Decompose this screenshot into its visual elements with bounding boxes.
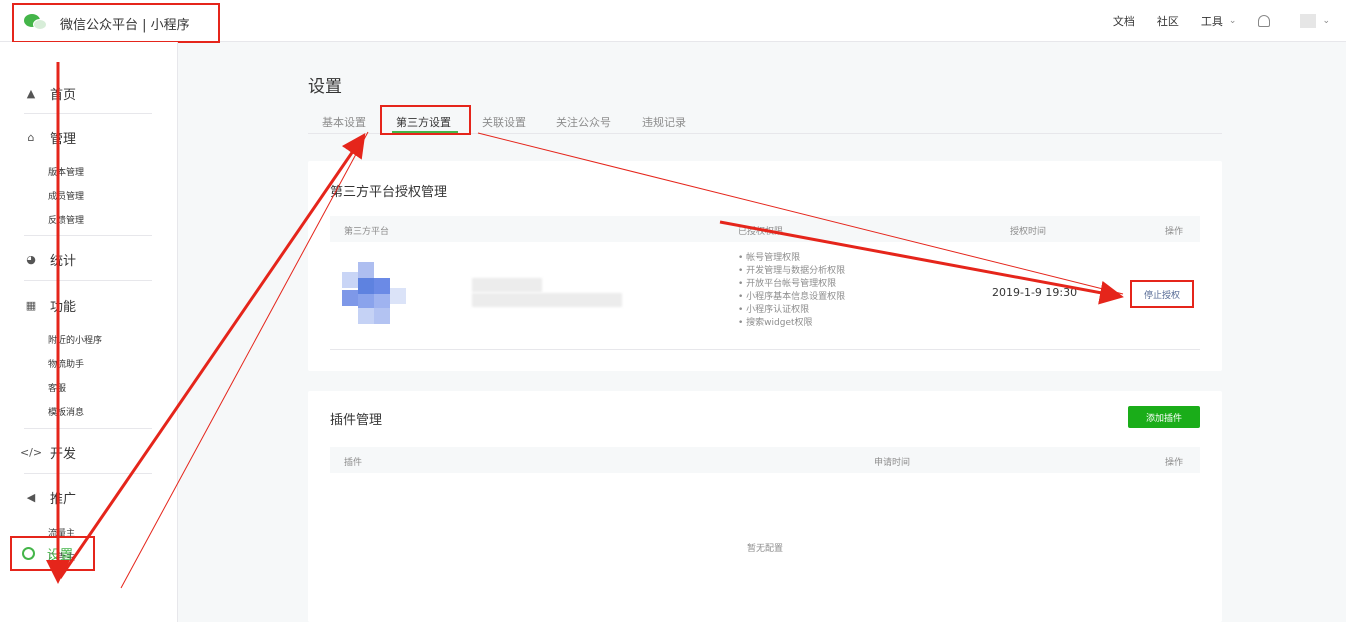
avatar[interactable]: [1300, 14, 1317, 28]
section-title: 第三方平台授权管理: [330, 185, 448, 200]
sidebar-item-label: 首页: [50, 88, 77, 103]
gear-icon: [22, 547, 35, 560]
add-plugin-button[interactable]: 添加插件: [1128, 406, 1200, 428]
tab-violations[interactable]: 违规记录: [642, 114, 686, 130]
chevron-down-icon[interactable]: ⌄: [1229, 16, 1237, 26]
sidebar-item-label: 统计: [50, 254, 77, 269]
sidebar-sub-version[interactable]: 版本管理: [48, 165, 84, 178]
bell-icon[interactable]: [1258, 15, 1271, 27]
logo-area[interactable]: 微信公众平台 | 小程序: [12, 3, 220, 43]
tab-follow[interactable]: 关注公众号: [556, 114, 611, 130]
sidebar-item-label: 开发: [50, 447, 77, 462]
grid-icon: ▦: [25, 299, 37, 312]
platform-name-blurred: [472, 278, 542, 292]
divider: [24, 428, 152, 429]
sidebar-item-label: 功能: [50, 300, 77, 315]
column-action: 操作: [1165, 458, 1184, 468]
code-icon: </>: [19, 446, 43, 459]
platform-logo: [342, 262, 408, 324]
list-item: 开发管理与数据分析权限: [738, 265, 845, 278]
nav-tools[interactable]: 工具: [1201, 13, 1223, 29]
third-party-card: 第三方平台授权管理 第三方平台 已授权权限 授权时间 操作 • 帐号管理权限 •…: [308, 161, 1222, 371]
divider: [24, 113, 152, 114]
sidebar-item-features[interactable]: ▦ 功能: [24, 296, 76, 315]
column-apply-time: 申请时间: [874, 458, 911, 468]
nav-docs[interactable]: 文档: [1113, 13, 1135, 29]
sidebar-sub-members[interactable]: 成员管理: [48, 189, 84, 202]
sidebar-sub-logistics[interactable]: 物流助手: [48, 357, 84, 370]
account-chevron-down-icon[interactable]: ⌄: [1322, 16, 1330, 26]
tab-basic[interactable]: 基本设置: [322, 114, 366, 130]
tab-linked[interactable]: 关联设置: [482, 114, 526, 130]
sidebar-item-settings[interactable]: 设置: [10, 536, 95, 571]
pie-chart-icon: ◕: [26, 253, 36, 266]
top-bar: 微信公众平台 | 小程序 文档 社区 工具 ⌄ ⌄: [0, 0, 1346, 43]
column-permissions: 已授权权限: [738, 227, 784, 237]
sidebar-item-home[interactable]: ▲ 首页: [24, 84, 76, 103]
sidebar: ▲ 首页 ⌂ 管理 版本管理 成员管理 反馈管理 ◕ 统计 ▦ 功能 附近的小程…: [0, 42, 178, 622]
sidebar-sub-service[interactable]: 客服: [48, 381, 66, 394]
top-nav: 文档 社区 工具 ⌄ ⌄: [1091, 0, 1330, 42]
permission-list: 帐号管理权限 开发管理与数据分析权限 开放平台帐号管理权限 小程序基本信息设置权…: [738, 252, 845, 330]
sidebar-item-stats[interactable]: ◕ 统计: [24, 250, 76, 269]
column-platform: 第三方平台: [344, 227, 390, 237]
sidebar-item-label: 管理: [50, 132, 77, 147]
divider: [24, 280, 152, 281]
empty-state: 暂无配置: [746, 544, 783, 554]
wechat-logo-icon: [24, 14, 48, 32]
sidebar-sub-template[interactable]: 模板消息: [48, 405, 84, 418]
inbox-icon: ⌂: [27, 131, 35, 144]
home-icon: ▲: [26, 87, 36, 100]
auth-time: 2019-1-9 19:30: [992, 286, 1078, 299]
nav-community[interactable]: 社区: [1157, 13, 1179, 29]
column-plugin: 插件: [344, 458, 363, 468]
section-title: 插件管理: [330, 413, 383, 428]
sidebar-item-promote[interactable]: ◀ 推广: [24, 488, 76, 507]
list-item: 帐号管理权限: [738, 252, 845, 265]
table-header: 插件 申请时间 操作: [330, 447, 1200, 473]
annotation-box-tab: [380, 105, 471, 135]
megaphone-icon: ◀: [26, 491, 36, 504]
list-item: 小程序认证权限: [738, 304, 845, 317]
table-row: 帐号管理权限 开发管理与数据分析权限 开放平台帐号管理权限 小程序基本信息设置权…: [330, 242, 1200, 350]
stop-auth-link[interactable]: 停止授权: [1130, 280, 1194, 308]
list-item: 开放平台帐号管理权限: [738, 278, 845, 291]
divider: [24, 473, 152, 474]
list-item: 搜索widget权限: [738, 317, 845, 330]
sidebar-sub-feedback[interactable]: 反馈管理: [48, 213, 84, 226]
sidebar-sub-nearby[interactable]: 附近的小程序: [48, 333, 102, 346]
divider: [24, 235, 152, 236]
sidebar-item-label: 推广: [50, 492, 77, 507]
plugin-card: 插件管理 添加插件 插件 申请时间 操作 暂无配置: [308, 391, 1222, 622]
platform-title: 微信公众平台 | 小程序: [60, 17, 190, 33]
sidebar-item-dev[interactable]: </> 开发: [19, 443, 77, 462]
sidebar-item-label: 设置: [47, 548, 74, 563]
table-header: 第三方平台 已授权权限 授权时间 操作: [330, 216, 1200, 242]
sidebar-item-manage[interactable]: ⌂ 管理: [24, 128, 77, 147]
platform-desc-blurred: [472, 293, 622, 307]
column-time: 授权时间: [1010, 227, 1047, 237]
list-item: 小程序基本信息设置权限: [738, 291, 845, 304]
column-action: 操作: [1165, 227, 1184, 237]
page-title: 设置: [308, 77, 342, 97]
